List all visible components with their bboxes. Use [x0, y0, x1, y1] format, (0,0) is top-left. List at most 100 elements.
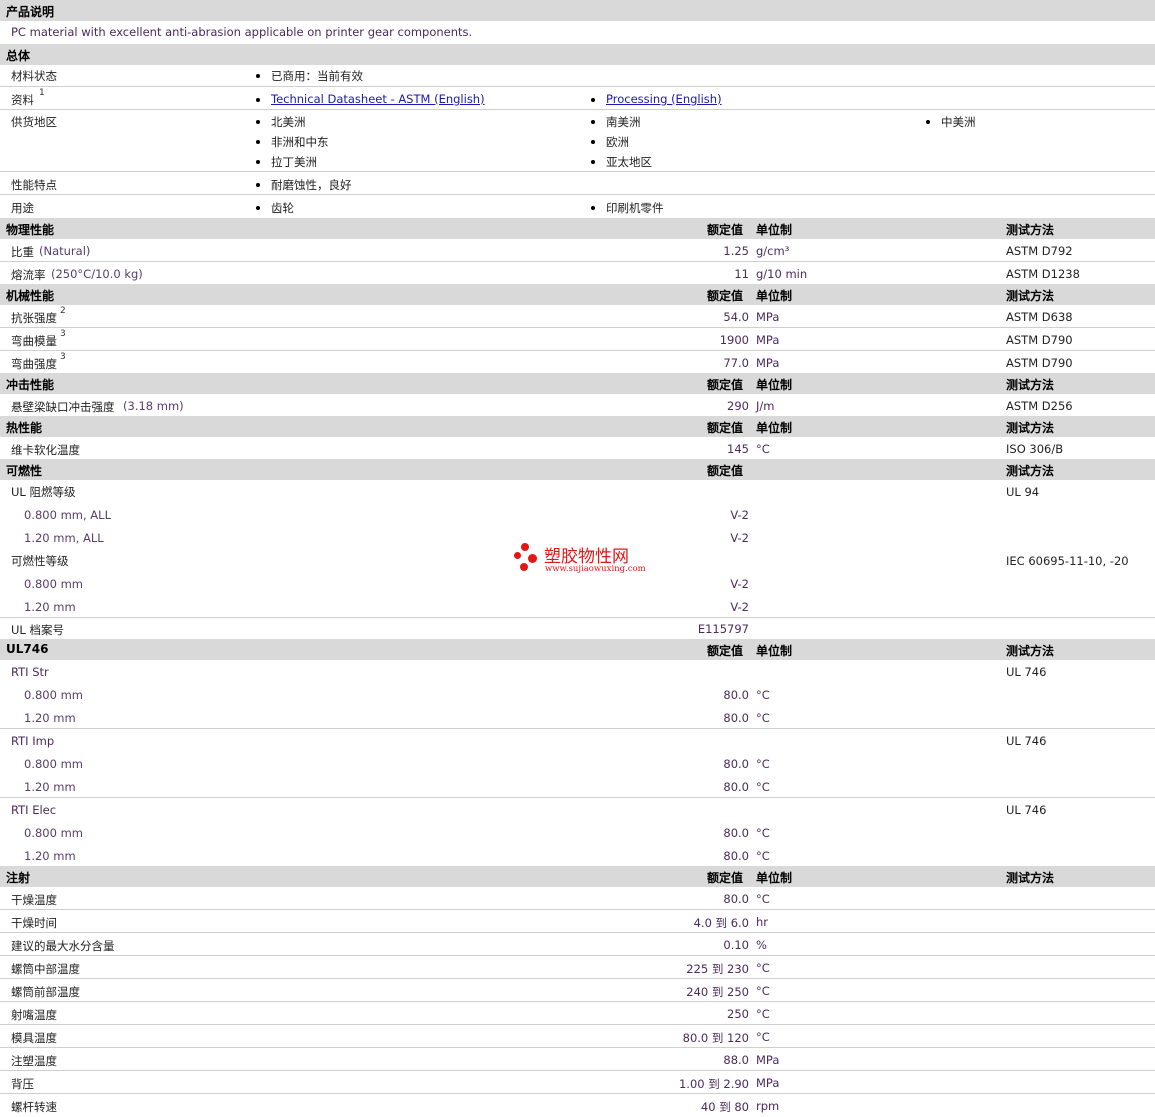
bullet-icon — [256, 140, 260, 144]
table-row: 注塑温度 88.0 MPa — [0, 1048, 1155, 1071]
unit-value: g/cm³ — [756, 244, 790, 258]
nominal-value: 54.0 — [723, 310, 749, 324]
nominal-value: 80.0 — [723, 892, 749, 906]
bullet-icon — [591, 140, 595, 144]
property-label: 比重 — [11, 245, 34, 259]
section-title: 物理性能 — [6, 223, 55, 237]
header-unit: 单位制 — [756, 644, 793, 658]
unit-value: °C — [756, 849, 770, 863]
table-row: 1.20 mm 80.0 °C — [0, 775, 1155, 798]
table-row: 0.800 mm 80.0 °C — [0, 683, 1155, 706]
section-title: 机械性能 — [6, 289, 55, 303]
table-row: 模具温度 80.0 到 120 °C — [0, 1025, 1155, 1048]
nominal-value: 80.0 — [723, 826, 749, 840]
region-item: 北美洲 — [271, 115, 306, 129]
nominal-value: 0.10 — [723, 938, 749, 952]
test-method: IEC 60695-11-10, -20 — [1006, 554, 1129, 568]
unit-value: °C — [756, 826, 770, 840]
section-title: 注射 — [6, 871, 31, 885]
bullet-icon — [591, 160, 595, 164]
table-row: 用途 齿轮 印刷机零件 — [0, 195, 1155, 218]
unit-value: °C — [756, 892, 770, 906]
section-title: 总体 — [6, 49, 31, 63]
row-label: 资料 — [11, 93, 34, 107]
region-item: 亚太地区 — [606, 155, 652, 169]
unit-value: °C — [756, 961, 770, 975]
bullet-icon — [256, 98, 260, 102]
unit-value: rpm — [756, 1099, 780, 1113]
bullet-icon — [591, 206, 595, 210]
bullet-icon — [256, 74, 260, 78]
unit-value: J/m — [756, 399, 775, 413]
test-method: ASTM D790 — [1006, 356, 1073, 370]
table-row: 0.800 mm, ALL V-2 — [0, 503, 1155, 526]
unit-value: °C — [756, 711, 770, 725]
table-row: 建议的最大水分含量 0.10% — [0, 933, 1155, 956]
table-row: RTI Str UL 746 — [0, 660, 1155, 683]
table-row: PC material with excellent anti-abrasion… — [0, 21, 1155, 42]
header-method: 测试方法 — [1006, 223, 1055, 237]
region-item: 拉丁美洲 — [271, 155, 317, 169]
table-row: 比重 (Natural) 1.25 g/cm³ ASTM D792 — [0, 239, 1155, 262]
table-row: 干燥时间 4.0 到 6.0 hr — [0, 910, 1155, 933]
unit-value: °C — [756, 688, 770, 702]
nominal-value: 1.00 到 2.90 — [678, 1077, 749, 1091]
region-item: 中美洲 — [941, 115, 976, 129]
property-label: 螺筒中部温度 — [11, 962, 80, 976]
header-nominal: 额定值 — [707, 464, 744, 478]
unit-value: MPa — [756, 333, 780, 347]
header-unit: 单位制 — [756, 223, 793, 237]
sub-label: 0.800 mm — [24, 826, 83, 840]
table-row: 螺杆转速 40 到 80 rpm — [0, 1094, 1155, 1117]
unit-value: °C — [756, 984, 770, 998]
sub-label: 0.800 mm, ALL — [24, 508, 111, 522]
bullet-icon — [591, 98, 595, 102]
footnote-marker: 2 — [60, 306, 66, 316]
unit-value: % — [756, 938, 767, 952]
test-method: UL 94 — [1006, 485, 1040, 499]
header-nominal: 额定值 — [707, 421, 744, 435]
region-item: 非洲和中东 — [271, 135, 329, 149]
unit-value: MPa — [756, 1053, 780, 1067]
processing-link[interactable]: Processing (English) — [606, 92, 722, 106]
property-label: 抗张强度 — [11, 311, 57, 325]
nominal-value: 80.0 — [723, 711, 749, 725]
table-row: 熔流率 (250°C/10.0 kg) 11 g/10 min ASTM D1238 — [0, 262, 1155, 285]
property-label: 熔流率 — [11, 268, 46, 282]
bullet-icon — [256, 183, 260, 187]
table-row: 1.20 mm 80.0 °C — [0, 706, 1155, 729]
nominal-value: 1.25 — [723, 244, 749, 258]
footnote-marker: 3 — [60, 329, 66, 339]
table-row: UL 阻燃等级 UL 94 — [0, 480, 1155, 503]
section-header: 可燃性 额定值 测试方法 — [0, 459, 1155, 480]
table-row: 0.800 mm 80.0 °C — [0, 752, 1155, 775]
property-label: 干燥时间 — [11, 916, 57, 930]
table-row: 螺筒中部温度 225 到 230 °C — [0, 956, 1155, 979]
section-header: 物理性能 额定值 单位制 测试方法 — [0, 218, 1155, 239]
table-row: 供货地区 北美洲 南美洲 中美洲 非洲和中东 欧洲 拉丁美洲 亚太地区 — [0, 110, 1155, 172]
table-row: 抗张强度 2 54.0 MPa ASTM D638 — [0, 305, 1155, 328]
bullet-icon — [256, 120, 260, 124]
datasheet-link[interactable]: Technical Datasheet - ASTM (English) — [271, 92, 485, 106]
row-label: 性能特点 — [11, 178, 57, 192]
test-condition: (Natural) — [39, 244, 91, 258]
header-method: 测试方法 — [1006, 464, 1055, 478]
nominal-value: 11 — [734, 267, 749, 281]
nominal-value: 80.0 — [723, 757, 749, 771]
table-row: 射嘴温度 250 °C — [0, 1002, 1155, 1025]
test-method: UL 746 — [1006, 803, 1047, 817]
table-row: 维卡软化温度 145 °C ISO 306/B — [0, 437, 1155, 460]
section-header: 热性能 额定值 单位制 测试方法 — [0, 416, 1155, 437]
section-title: 产品说明 — [6, 5, 55, 19]
nominal-value: 290 — [727, 399, 749, 413]
unit-value: MPa — [756, 1076, 780, 1090]
header-nominal: 额定值 — [707, 289, 744, 303]
nominal-value: 40 到 80 — [700, 1100, 749, 1114]
property-label: 悬壁梁缺口冲击强度 — [11, 400, 115, 414]
test-method: ASTM D790 — [1006, 333, 1073, 347]
region-item: 欧洲 — [606, 135, 629, 149]
footnote-marker: 3 — [60, 352, 66, 362]
test-condition: (3.18 mm) — [123, 399, 184, 413]
property-label: 模具温度 — [11, 1031, 57, 1045]
watermark-logo: 塑胶物性网 www.sujiaowuxing.com — [514, 543, 646, 577]
